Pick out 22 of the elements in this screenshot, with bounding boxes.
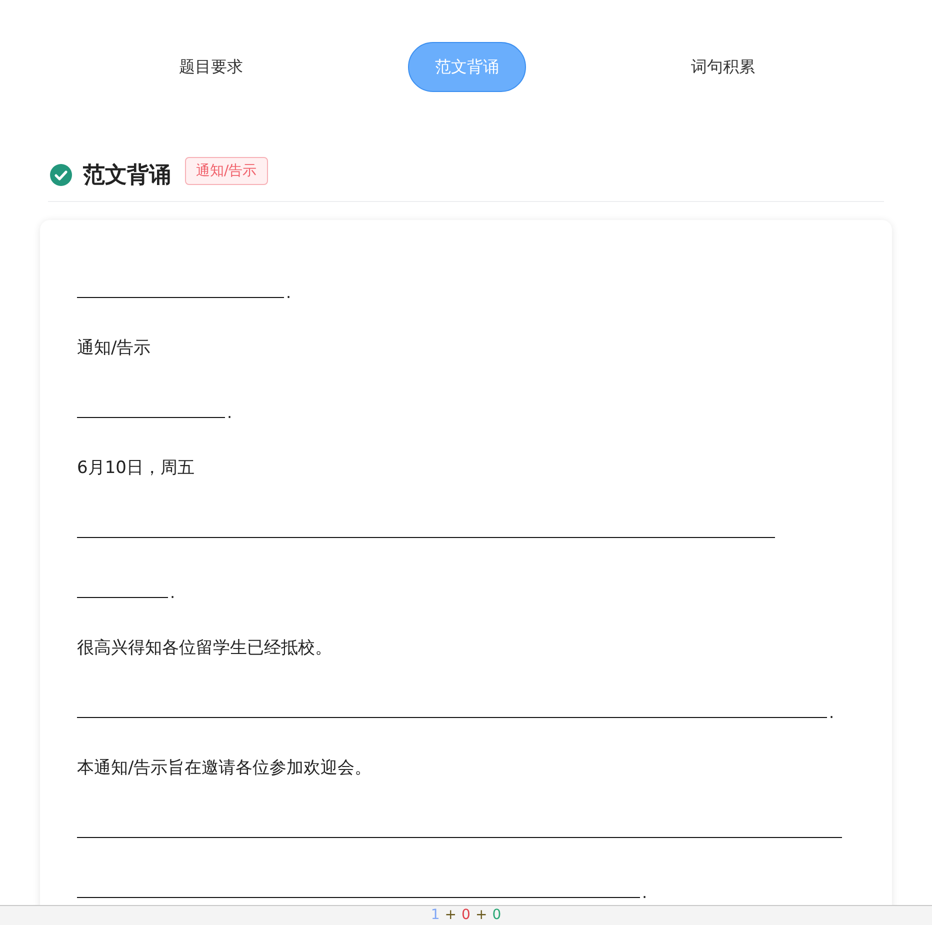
check-circle-icon [50,164,72,186]
essay-text: 通知/告示 [77,338,151,358]
period: . [829,708,834,718]
fill-in-line[interactable] [77,537,775,538]
tab[interactable]: 词句积累 [664,42,782,92]
tab[interactable]: 题目要求 [152,42,270,92]
score-text: 1 + 0 + 0 [430,906,502,925]
fill-in-line[interactable] [77,717,827,718]
essay-text: 6月10日，周五 [77,458,194,478]
essay-text: 很高兴得知各位留学生已经抵校。 [77,638,332,658]
period: . [227,408,232,418]
category-tag: 通知/告示 [185,157,268,185]
fill-in-line[interactable] [77,417,225,418]
fill-in-line[interactable] [77,897,640,898]
fill-in-line[interactable] [77,297,284,298]
period: . [642,888,648,898]
period: . [286,288,292,298]
section-title: 范文背诵 [83,162,171,190]
fill-in-line[interactable] [77,837,842,838]
essay-text: 本通知/告示旨在邀请各位参加欢迎会。 [77,758,372,778]
period: . [170,588,176,598]
fill-in-line[interactable] [77,597,168,598]
